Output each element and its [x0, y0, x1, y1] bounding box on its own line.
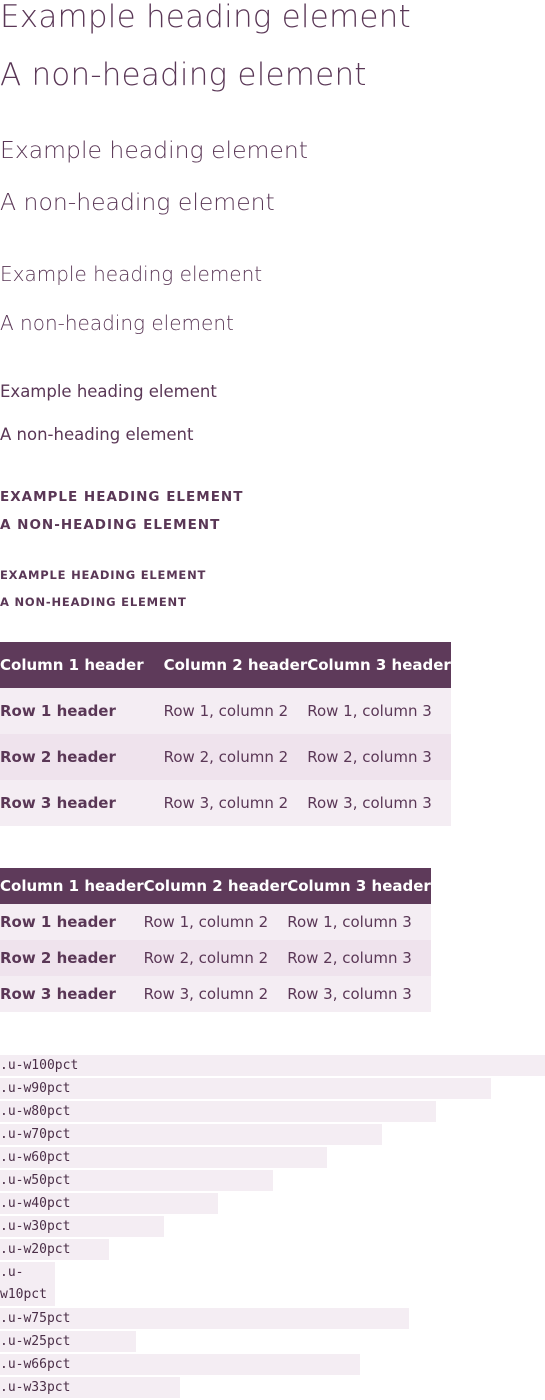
- width-bar: .u-w80pct: [0, 1101, 436, 1122]
- column-header: Column 3 header: [287, 877, 431, 895]
- width-utility-list: .u-w100pct .u-w90pct .u-w80pct .u-w70pct…: [0, 1055, 545, 1400]
- width-bar-label-line: .u-: [0, 1265, 24, 1280]
- width-bar-label: .u-w100pct: [0, 1058, 79, 1073]
- non-heading-sample-3: A non-heading element: [0, 311, 234, 335]
- width-bar-label: .u-w80pct: [0, 1104, 71, 1119]
- table-cell: Row 1, column 2: [163, 702, 289, 720]
- non-heading-sample-4: A non-heading element: [0, 425, 194, 444]
- data-table-compact: Column 1 header Column 2 header Column 3…: [0, 868, 431, 1012]
- table-row: Row 1 header Row 1, column 2 Row 1, colu…: [0, 688, 451, 734]
- table-cell: Row 3, column 3: [307, 794, 432, 812]
- width-bar: .u-w25pct: [0, 1331, 136, 1352]
- column-header: Column 2 header: [163, 656, 308, 674]
- column-header: Column 1 header: [0, 877, 144, 895]
- width-bar-label: .u-w90pct: [0, 1081, 71, 1096]
- width-bar: .u-w66pct: [0, 1354, 360, 1375]
- row-header: Row 1 header: [0, 702, 116, 720]
- heading-sample-6: Example heading element: [0, 568, 207, 582]
- width-bar-label: .u-w75pct: [0, 1311, 71, 1326]
- width-bar-label: .u-w30pct: [0, 1219, 71, 1234]
- table-cell: Row 3, column 2: [143, 985, 269, 1003]
- table-row: Row 2 header Row 2, column 2 Row 2, colu…: [0, 734, 451, 780]
- non-heading-sample-6: A non-heading element: [0, 595, 187, 609]
- width-bar-label-line: w10pct: [0, 1287, 47, 1302]
- width-bar: .u-w20pct: [0, 1239, 109, 1260]
- width-bar: .u-w40pct: [0, 1193, 218, 1214]
- width-bar-label: .u-w60pct: [0, 1150, 71, 1165]
- heading-sample-5: Example heading element: [0, 489, 244, 505]
- table-cell: Row 1, column 3: [287, 913, 412, 931]
- table-cell: Row 3, column 3: [287, 985, 412, 1003]
- row-header: Row 3 header: [0, 985, 116, 1003]
- table-cell: Row 1, column 3: [307, 702, 432, 720]
- width-bar-label: .u-w50pct: [0, 1173, 71, 1188]
- table-header-row: Column 1 header Column 2 header Column 3…: [0, 642, 451, 688]
- table-cell: Row 1, column 2: [143, 913, 269, 931]
- column-header: Column 3 header: [307, 656, 451, 674]
- width-bar-label: .u-w33pct: [0, 1380, 71, 1395]
- width-bar: .u- w10pct: [0, 1262, 55, 1306]
- heading-sample-3: Example heading element: [0, 262, 263, 286]
- table-cell: Row 2, column 2: [143, 949, 269, 967]
- width-bar-label: .u-w70pct: [0, 1127, 71, 1142]
- width-bar: .u-w33pct: [0, 1377, 180, 1398]
- table-cell: Row 2, column 3: [287, 949, 412, 967]
- width-bar: .u-w90pct: [0, 1078, 491, 1099]
- row-header: Row 1 header: [0, 913, 116, 931]
- width-bar-label: .u-w40pct: [0, 1196, 71, 1211]
- width-bar-label: .u-w20pct: [0, 1242, 71, 1257]
- table-row: Row 2 header Row 2, column 2 Row 2, colu…: [0, 940, 431, 976]
- heading-sample-2: Example heading element: [0, 136, 308, 164]
- width-bar: .u-w30pct: [0, 1216, 164, 1237]
- width-bar: .u-w60pct: [0, 1147, 327, 1168]
- width-bar: .u-w50pct: [0, 1170, 273, 1191]
- width-bar-label: .u-w25pct: [0, 1334, 71, 1349]
- row-header: Row 2 header: [0, 748, 116, 766]
- non-heading-sample-1: A non-heading element: [0, 57, 367, 93]
- table-header-row: Column 1 header Column 2 header Column 3…: [0, 868, 431, 904]
- heading-sample-1: Example heading element: [0, 0, 411, 35]
- table-row: Row 3 header Row 3, column 2 Row 3, colu…: [0, 976, 431, 1012]
- non-heading-sample-2: A non-heading element: [0, 188, 275, 216]
- data-table-large: Column 1 header Column 2 header Column 3…: [0, 642, 451, 826]
- row-header: Row 3 header: [0, 794, 116, 812]
- width-bar: .u-w70pct: [0, 1124, 382, 1145]
- table-cell: Row 3, column 2: [163, 794, 289, 812]
- width-bar: .u-w75pct: [0, 1308, 409, 1329]
- width-bar-label: .u-w66pct: [0, 1357, 71, 1372]
- column-header: Column 2 header: [143, 877, 288, 895]
- column-header: Column 1 header: [0, 656, 144, 674]
- heading-sample-4: Example heading element: [0, 382, 217, 401]
- non-heading-sample-5: A non-heading element: [0, 517, 221, 533]
- row-header: Row 2 header: [0, 949, 116, 967]
- table-row: Row 1 header Row 1, column 2 Row 1, colu…: [0, 904, 431, 940]
- width-bar: .u-w100pct: [0, 1055, 545, 1076]
- table-row: Row 3 header Row 3, column 2 Row 3, colu…: [0, 780, 451, 826]
- table-cell: Row 2, column 2: [163, 748, 289, 766]
- table-cell: Row 2, column 3: [307, 748, 432, 766]
